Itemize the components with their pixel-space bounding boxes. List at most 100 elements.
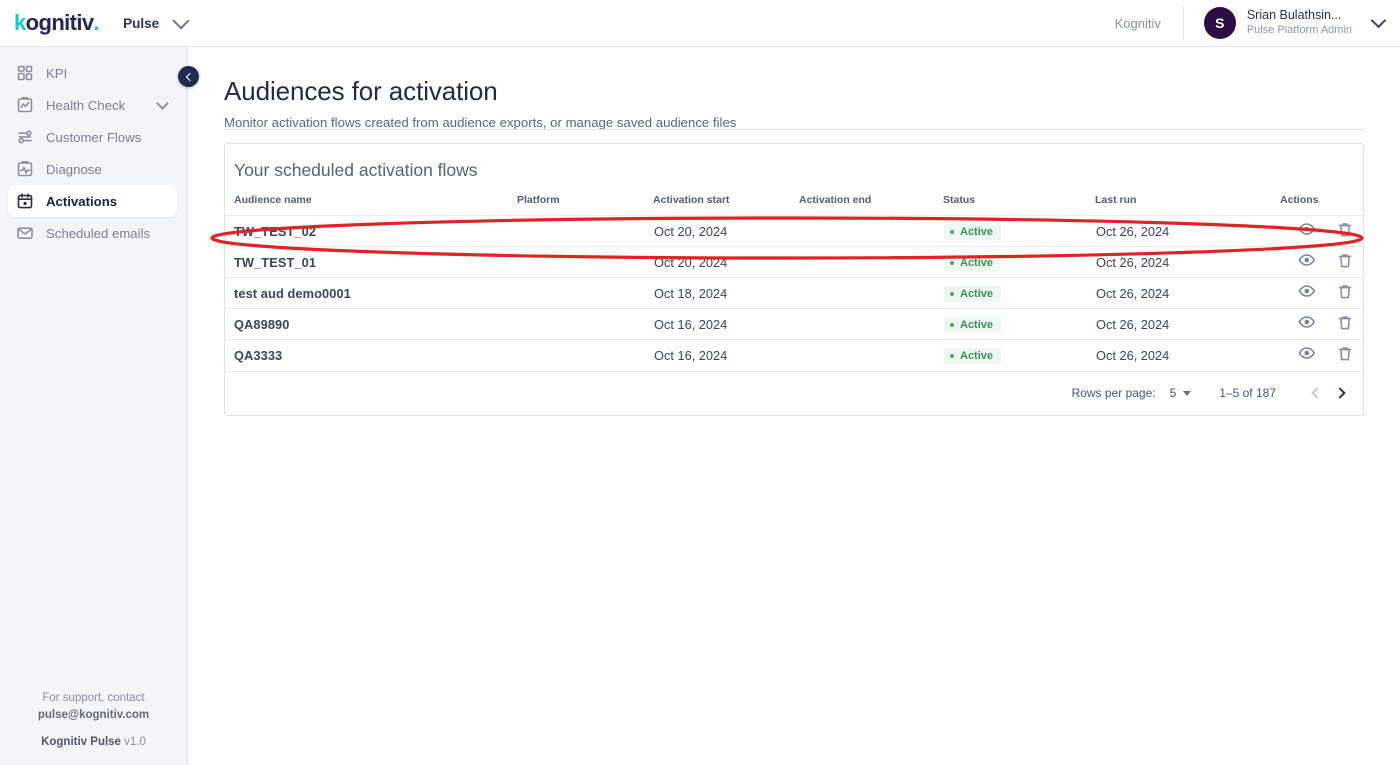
chevron-down-icon[interactable]: [156, 96, 169, 110]
column-header-audience-name: Audience name: [234, 194, 312, 206]
sidebar-item-diagnose[interactable]: Diagnose: [8, 153, 177, 185]
rows-per-page-select[interactable]: 5: [1170, 386, 1192, 400]
delete-button[interactable]: [1336, 345, 1354, 363]
sidebar-item-health-check[interactable]: Health Check: [8, 89, 177, 121]
cell-activation-end: [799, 215, 943, 247]
cell-activation-end: [799, 246, 943, 278]
pagination-prev-button[interactable]: [1302, 380, 1328, 406]
row-actions: [1298, 221, 1354, 239]
page-title: Audiences for activation: [224, 76, 498, 106]
status-badge: Active: [944, 286, 1002, 302]
table-row[interactable]: TW_TEST_01 Oct 20, 2024 Active Oct 26, 2024: [225, 246, 1363, 278]
status-badge-label: Active: [960, 319, 994, 331]
column-header-actions: Actions: [1280, 194, 1319, 206]
status-badge: Active: [944, 317, 1002, 333]
table-row[interactable]: QA3333 Oct 16, 2024 Active Oct 26, 2024: [225, 339, 1363, 371]
app-switcher-label: Pulse: [123, 15, 160, 31]
status-badge-label: Active: [960, 350, 994, 363]
cell-status: Active: [943, 277, 1095, 309]
cell-platform: [517, 215, 653, 247]
view-button[interactable]: [1298, 221, 1316, 239]
kognitiv-logo[interactable]: k ognitiv.: [14, 10, 100, 35]
cell-audience-name[interactable]: QA3333: [225, 339, 517, 371]
product-name: Kognitiv Pulse: [41, 736, 121, 749]
cell-audience-name[interactable]: test aud demo0001: [225, 277, 517, 309]
view-button[interactable]: [1298, 252, 1316, 270]
cell-last-run: Oct 26, 2024: [1095, 308, 1280, 340]
user-menu[interactable]: S Srian Bulathsin... Pulse Platform Admi…: [1184, 7, 1400, 39]
page-subtitle: Monitor activation flows created from au…: [224, 115, 737, 130]
clipboard-chart-icon: [17, 97, 33, 113]
cell-audience-name[interactable]: QA89890: [225, 308, 517, 340]
column-header-platform: Platform: [517, 194, 560, 206]
cell-platform: [517, 308, 653, 340]
cell-activation-start: Oct 20, 2024: [653, 215, 799, 247]
pagination-range: 1–5 of 187: [1219, 386, 1276, 400]
view-button[interactable]: [1298, 314, 1316, 332]
cell-audience-name[interactable]: TW_TEST_01: [225, 246, 517, 278]
clipboard-pulse-icon: [17, 161, 33, 177]
activation-flows-table: Audience name Platform Activation start Act…: [225, 194, 1363, 371]
column-header-status: Status: [943, 194, 976, 206]
cell-platform: [517, 277, 653, 309]
sidebar-footer: For support, contact pulse@kognitiv.com …: [0, 690, 187, 765]
view-button[interactable]: [1298, 283, 1316, 301]
cell-actions: [1280, 339, 1363, 371]
cell-platform: [517, 246, 653, 278]
cell-actions: [1280, 308, 1363, 340]
table-row[interactable]: QA89890 Oct 16, 2024 Active Oct 26, 2024: [225, 308, 1363, 340]
chevron-right-icon: [1333, 387, 1346, 399]
delete-button[interactable]: [1336, 221, 1354, 239]
delete-button[interactable]: [1336, 252, 1354, 270]
sidebar: KPI Health Check Customer Flows Diagnose Act…: [0, 47, 188, 765]
rows-per-page-value: 5: [1169, 386, 1177, 400]
main-content: Audiences for activation Monitor activat…: [189, 47, 1400, 765]
card-title: Your scheduled activation flows: [234, 160, 478, 180]
cell-audience-name[interactable]: TW_TEST_02: [225, 215, 517, 247]
chevron-down-icon: [1183, 390, 1192, 396]
eye-icon: [1298, 284, 1315, 297]
cell-actions: [1280, 277, 1363, 309]
cell-actions: [1280, 246, 1363, 278]
eye-icon: [1298, 253, 1315, 266]
chevron-down-icon: [1370, 12, 1387, 29]
sidebar-item-customer-flows[interactable]: Customer Flows: [8, 121, 177, 153]
cell-activation-start: Oct 16, 2024: [653, 339, 799, 371]
cell-status: Active: [943, 246, 1095, 278]
cell-activation-end: [799, 308, 943, 340]
trash-icon: [1338, 222, 1352, 236]
organization-name: Kognitiv: [1114, 15, 1161, 31]
sidebar-item-label: Customer Flows: [46, 129, 142, 145]
delete-button[interactable]: [1336, 314, 1354, 332]
sidebar-item-kpi[interactable]: KPI: [8, 57, 177, 89]
status-badge: Active: [944, 255, 1002, 271]
trash-icon: [1338, 284, 1352, 298]
view-button[interactable]: [1298, 345, 1316, 363]
cell-last-run: Oct 26, 2024: [1095, 246, 1280, 278]
sidebar-item-scheduled-emails[interactable]: Scheduled emails: [8, 217, 177, 249]
row-actions: [1298, 283, 1354, 301]
app-switcher[interactable]: Pulse: [123, 12, 190, 31]
table-row[interactable]: test aud demo0001 Oct 18, 2024 Active Oct 2…: [225, 277, 1363, 309]
status-badge: Active: [944, 224, 1002, 240]
table-header-row: Audience name Platform Activation start Act…: [225, 194, 1363, 216]
eye-icon: [1298, 315, 1315, 328]
logo-text-rest: ognitiv: [25, 10, 95, 35]
table-row[interactable]: TW_TEST_02 Oct 20, 2024 Active Oct 26, 2024: [225, 215, 1363, 247]
sidebar-item-label: Health Check: [46, 97, 126, 113]
support-email[interactable]: pulse@kognitiv.com: [0, 707, 187, 724]
version-number: v1.0: [124, 736, 146, 749]
cell-status: Active: [943, 215, 1095, 247]
sidebar-item-activations[interactable]: Activations: [8, 185, 177, 217]
user-info: Srian Bulathsin... Pulse Platform Admin: [1247, 8, 1352, 37]
avatar: S: [1203, 7, 1236, 39]
chevron-down-icon: [172, 12, 190, 29]
sidebar-collapse-button[interactable]: [178, 66, 199, 87]
user-role: Pulse Platform Admin: [1246, 23, 1352, 36]
cell-platform: [517, 339, 653, 371]
pagination-next-button[interactable]: [1328, 380, 1354, 406]
cell-last-run: Oct 26, 2024: [1095, 277, 1280, 309]
cell-status: Active: [943, 339, 1095, 371]
status-dot-icon: [950, 261, 954, 265]
delete-button[interactable]: [1336, 283, 1354, 301]
